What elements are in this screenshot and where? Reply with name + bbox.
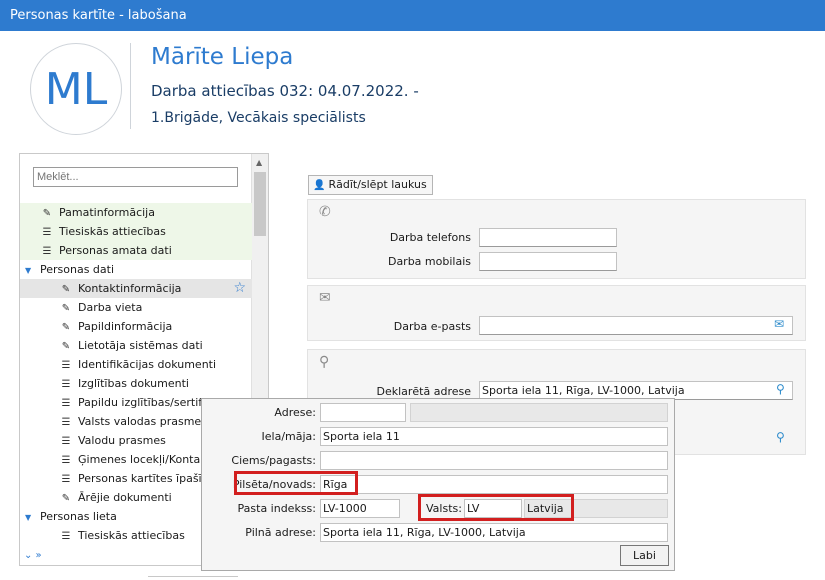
highlight-city-box <box>234 471 358 495</box>
nav-item-lietotaja-sistemas-dati[interactable]: ✎ Lietotāja sistēmas dati <box>20 336 252 355</box>
nav-item-label: Personas kartītes īpašības <box>78 472 222 485</box>
nav-item-papildinformacija[interactable]: ✎ Papildinformācija <box>20 317 252 336</box>
nav-item-izglitibas-dokumenti[interactable]: ☰ Izglītības dokumenti <box>20 374 252 393</box>
popup-village-input[interactable] <box>320 451 668 470</box>
popup-address-extra-input <box>410 403 668 422</box>
work-phone-label: Darba telefons <box>389 231 471 244</box>
table-icon: ☰ <box>61 455 71 466</box>
nav-group-personas-dati[interactable]: ▼ Personas dati <box>20 260 252 279</box>
nav-item-kontaktinformacija[interactable]: ✎ Kontaktinformācija ☆ <box>20 279 252 298</box>
popup-street-input[interactable]: Sporta iela 11 <box>320 427 668 446</box>
nav-item-label: Papildinformācija <box>78 320 173 333</box>
chevron-down-icon: ▼ <box>25 266 32 275</box>
popup-postcode-label: Pasta indekss: <box>237 502 316 515</box>
edit-icon: ✎ <box>61 284 71 295</box>
nav-item-label: Ārējie dokumenti <box>78 491 172 504</box>
work-email-label: Darba e-pasts <box>393 320 471 333</box>
nav-item-label: Personas lieta <box>40 510 117 523</box>
nav-item-label: Tiesiskās attiecības <box>59 225 166 238</box>
table-icon: ☰ <box>61 360 71 371</box>
scroll-up-arrow-icon[interactable]: ▲ <box>256 158 262 167</box>
nav-item-label: Pamatinformācija <box>59 206 155 219</box>
avatar-initials: ML <box>44 63 108 115</box>
edit-icon: ✎ <box>61 341 71 352</box>
nav-item-label: Valsts valodas prasmes <box>78 415 207 428</box>
highlight-country-box <box>418 494 574 521</box>
window-title-bar: Personas kartīte - labošana <box>0 0 825 31</box>
avatar: ML <box>30 43 122 135</box>
toggle-fields-label: Rādīt/slēpt laukus <box>328 178 427 191</box>
user-settings-icon: 👤 <box>313 180 326 191</box>
map-pin-icon-2[interactable]: ⚲ <box>776 430 785 444</box>
person-name: Mārīte Liepa <box>151 44 294 70</box>
scroll-thumb[interactable] <box>254 172 266 236</box>
nav-item-label: Izglītības dokumenti <box>78 377 189 390</box>
table-icon: ☰ <box>61 531 71 542</box>
email-section: ✉ Darba e-pasts ✉ <box>307 285 806 341</box>
address-edit-popup: Adrese: Iela/māja: Sporta iela 11 Ciems/… <box>201 398 675 571</box>
popup-street-label: Iela/māja: <box>261 430 316 443</box>
table-icon: ☰ <box>61 474 71 485</box>
location-pin-icon: ⚲ <box>319 354 330 370</box>
bottom-edge-control <box>148 576 238 578</box>
star-icon[interactable]: ☆ <box>233 279 246 298</box>
popup-address-input[interactable] <box>320 403 406 422</box>
work-phone-input[interactable] <box>479 228 617 247</box>
nav-item-pamatinformacija[interactable]: ✎ Pamatinformācija <box>20 203 252 222</box>
send-email-icon[interactable]: ✉ <box>774 317 784 331</box>
work-mobile-input[interactable] <box>479 252 617 271</box>
nav-item-label: Valodu prasmes <box>78 434 166 447</box>
nav-item-personas-amata-dati[interactable]: ☰ Personas amata dati <box>20 241 252 260</box>
nav-item-label: Kontaktinformācija <box>78 282 182 295</box>
header-divider <box>130 43 131 129</box>
toggle-fields-button[interactable]: 👤 Rādīt/slēpt laukus <box>308 175 433 195</box>
table-icon: ☰ <box>42 227 52 238</box>
employment-info: Darba attiecības 032: 04.07.2022. - <box>151 82 419 100</box>
position-info: 1.Brigāde, Vecākais speciālists <box>151 110 366 126</box>
table-icon: ☰ <box>61 398 71 409</box>
work-email-input[interactable] <box>479 316 793 335</box>
nav-item-tiesiskas-attiecibas[interactable]: ☰ Tiesiskās attiecības <box>20 222 252 241</box>
expand-all-icon[interactable]: ⌄ » <box>24 550 42 561</box>
nav-item-darba-vieta[interactable]: ✎ Darba vieta <box>20 298 252 317</box>
nav-item-identifikacijas-dokumenti[interactable]: ☰ Identifikācijas dokumenti <box>20 355 252 374</box>
chevron-down-icon: ▼ <box>25 513 32 522</box>
nav-item-label: Lietotāja sistēmas dati <box>78 339 203 352</box>
envelope-icon: ✉ <box>319 290 331 306</box>
edit-icon: ✎ <box>61 303 71 314</box>
nav-item-label: Darba vieta <box>78 301 143 314</box>
table-icon: ☰ <box>61 417 71 428</box>
popup-address-label: Adrese: <box>274 406 316 419</box>
declared-address-label: Deklarētā adrese <box>376 385 471 398</box>
map-pin-icon[interactable]: ⚲ <box>776 382 785 396</box>
nav-item-label: Personas amata dati <box>59 244 172 257</box>
table-icon: ☰ <box>42 246 52 257</box>
phone-icon: ✆ <box>319 204 331 220</box>
popup-postcode-input[interactable]: LV-1000 <box>320 499 400 518</box>
edit-icon: ✎ <box>61 493 71 504</box>
phone-section: ✆ Darba telefons Darba mobilais <box>307 199 806 279</box>
window-title: Personas kartīte - labošana <box>10 8 187 23</box>
popup-village-label: Ciems/pagasts: <box>231 454 316 467</box>
nav-search-input[interactable] <box>33 167 238 187</box>
nav-item-label: Tiesiskās attiecības <box>78 529 185 542</box>
popup-city-input[interactable]: Rīga <box>320 475 668 494</box>
nav-item-label: Personas dati <box>40 263 115 276</box>
popup-full-address-label: Pilnā adrese: <box>245 526 316 539</box>
table-icon: ☰ <box>61 436 71 447</box>
work-mobile-label: Darba mobilais <box>387 255 471 268</box>
ok-button[interactable]: Labi <box>620 545 669 566</box>
popup-full-address-input[interactable]: Sporta iela 11, Rīga, LV-1000, Latvija <box>320 523 668 542</box>
table-icon: ☰ <box>61 379 71 390</box>
edit-icon: ✎ <box>61 322 71 333</box>
nav-item-label: Identifikācijas dokumenti <box>78 358 217 371</box>
edit-icon: ✎ <box>42 208 52 219</box>
